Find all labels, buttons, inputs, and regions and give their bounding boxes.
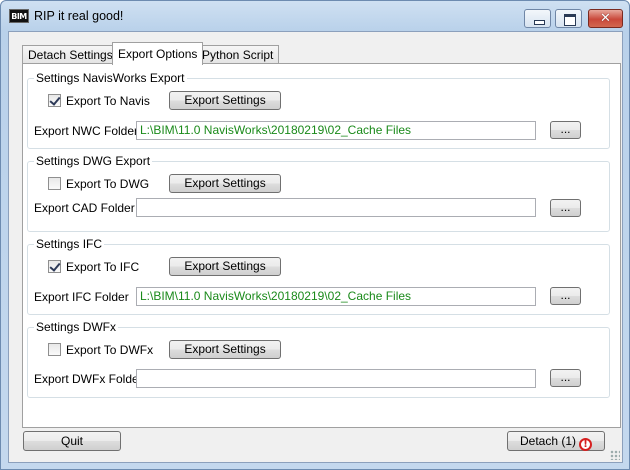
close-icon: ✕ <box>600 11 611 26</box>
export-to-dwg-checkbox[interactable] <box>48 177 61 190</box>
dwfx-folder-input[interactable] <box>136 369 536 388</box>
dwfx-export-settings-button[interactable]: Export Settings <box>169 340 281 359</box>
export-to-ifc-label: Export To IFC <box>66 260 140 274</box>
ifc-folder-label: Export IFC Folder <box>34 290 129 304</box>
ifc-export-settings-button[interactable]: Export Settings <box>169 257 281 276</box>
export-to-ifc-checkbox[interactable] <box>48 260 61 273</box>
dwfx-group-title: Settings DWFx <box>34 320 119 334</box>
ifc-group-title: Settings IFC <box>34 237 105 251</box>
cad-folder-label: Export CAD Folder <box>34 201 135 215</box>
minimize-button[interactable] <box>524 9 551 28</box>
navis-export-settings-button[interactable]: Export Settings <box>169 91 281 110</box>
export-to-dwfx-label: Export To DWFx <box>66 343 154 357</box>
dialog-body: Detach Settings Export Options Python Sc… <box>8 31 623 463</box>
dwfx-folder-browse-button[interactable]: ... <box>550 369 581 387</box>
app-window: BIM RIP it real good! ✕ Detach Settings … <box>0 0 630 470</box>
export-to-navis-label: Export To Navis <box>66 94 150 108</box>
dwg-export-group: Settings DWG Export Export To DWG Export… <box>27 154 610 232</box>
ifc-folder-browse-button[interactable]: ... <box>550 287 581 305</box>
cad-folder-input[interactable] <box>136 198 536 217</box>
export-to-navis-checkbox[interactable] <box>48 94 61 107</box>
ifc-export-group: Settings IFC Export To IFC Export Settin… <box>27 237 610 315</box>
app-logo-icon: BIM <box>9 9 29 23</box>
dwg-group-title: Settings DWG Export <box>34 154 153 168</box>
detach-button-label: Detach (1) <box>519 434 577 448</box>
dwfx-folder-label: Export DWFx Folder <box>34 372 143 386</box>
maximize-button[interactable] <box>555 9 582 28</box>
tab-detach-settings[interactable]: Detach Settings <box>22 45 119 65</box>
nwc-folder-input[interactable]: L:\BIM\11.0 NavisWorks\20180219\02_Cache… <box>136 121 536 140</box>
resize-grip[interactable] <box>610 450 620 460</box>
tab-python-script[interactable]: Python Script <box>196 45 280 65</box>
navisworks-group-title: Settings NavisWorks Export <box>34 71 187 85</box>
navisworks-export-group: Settings NavisWorks Export Export To Nav… <box>27 71 610 149</box>
warning-icon: ! <box>579 438 593 451</box>
close-button[interactable]: ✕ <box>588 9 623 28</box>
nwc-folder-label: Export NWC Folder <box>34 124 139 138</box>
ifc-folder-input[interactable]: L:\BIM\11.0 NavisWorks\20180219\02_Cache… <box>136 287 536 306</box>
title-bar[interactable]: BIM RIP it real good! ✕ <box>1 1 629 31</box>
window-title: RIP it real good! <box>34 9 124 23</box>
dwfx-export-group: Settings DWFx Export To DWFx Export Sett… <box>27 320 610 398</box>
export-to-dwg-label: Export To DWG <box>66 177 150 191</box>
tab-export-options[interactable]: Export Options <box>112 42 204 65</box>
quit-button[interactable]: Quit <box>23 431 121 451</box>
detach-button[interactable]: Detach (1)! <box>507 431 605 451</box>
nwc-folder-browse-button[interactable]: ... <box>550 121 581 139</box>
cad-folder-browse-button[interactable]: ... <box>550 199 581 217</box>
dwg-export-settings-button[interactable]: Export Settings <box>169 174 281 193</box>
export-to-dwfx-checkbox[interactable] <box>48 343 61 356</box>
